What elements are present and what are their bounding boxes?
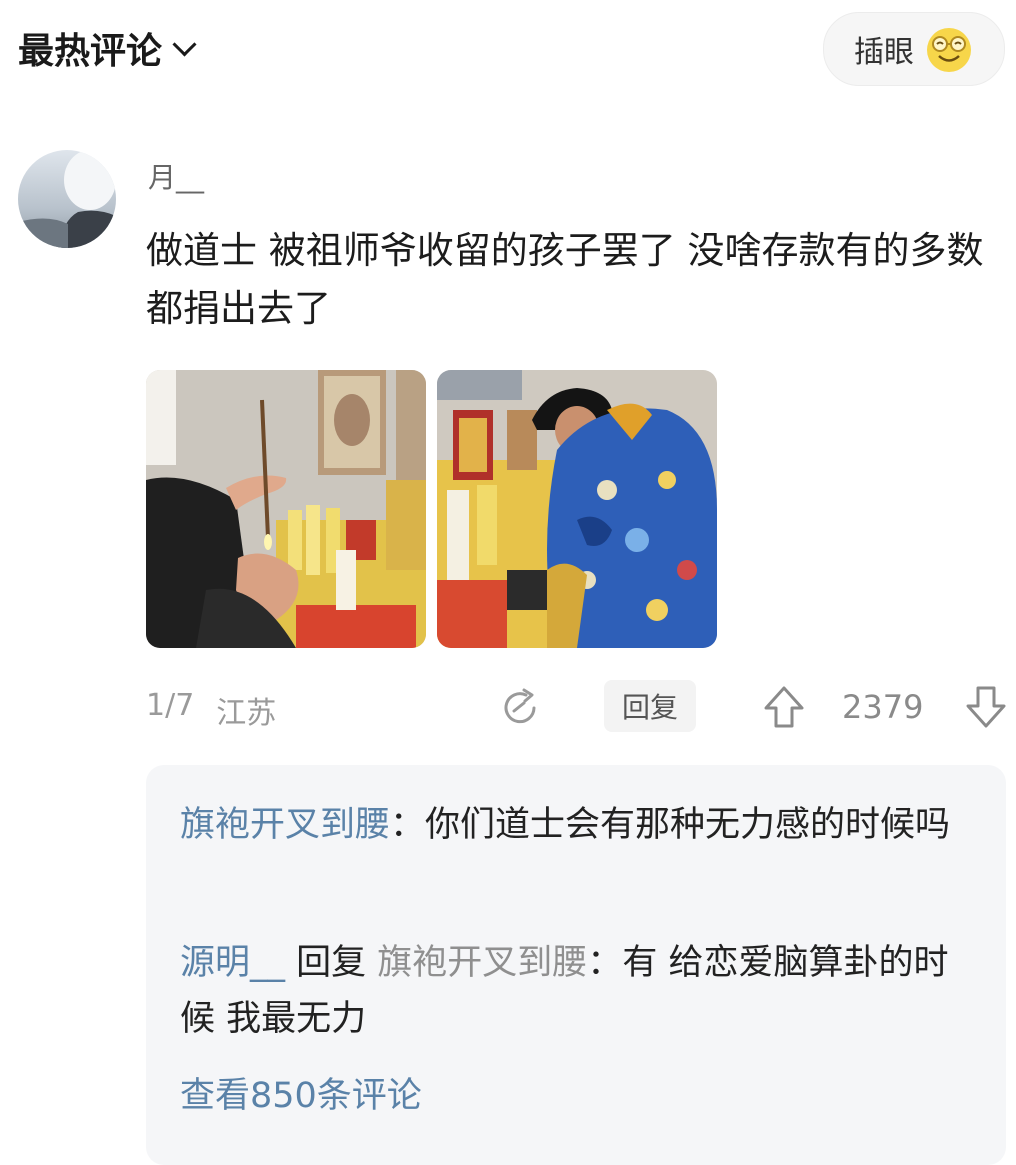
insert-eye-button[interactable]: 插眼	[823, 12, 1005, 86]
reply-item: 源明__ 回复 旗袍开叉到腰：有 给恋爱脑算卦的时候 我最无力	[180, 935, 980, 1047]
smile-glasses-icon	[927, 28, 971, 72]
avatar[interactable]	[18, 150, 116, 248]
floor-index: 1/7	[146, 688, 195, 723]
reply-username[interactable]: 源明__	[180, 943, 285, 983]
replies-box: 旗袍开叉到腰：你们道士会有那种无力感的时候吗 源明__ 回复 旗袍开叉到腰：有 …	[146, 765, 1006, 1165]
sort-dropdown[interactable]: 最热评论	[18, 22, 197, 74]
comment-meta: 1/7 江苏	[146, 688, 276, 732]
sort-label: 最热评论	[18, 31, 163, 72]
reply-button[interactable]: 回复	[604, 680, 696, 732]
reply-text: 你们道士会有那种无力感的时候吗	[425, 805, 951, 845]
reply-username[interactable]: 旗袍开叉到腰	[180, 805, 390, 845]
insert-eye-label: 插眼	[854, 35, 914, 70]
reply-separator: ：	[390, 805, 426, 845]
comment-text: 做道士 被祖师爷收留的孩子罢了 没啥存款有的多数都捐出去了	[146, 229, 984, 330]
comment-image-1[interactable]	[146, 370, 426, 648]
comment-username[interactable]: 月__	[148, 156, 204, 196]
reply-word: 回复	[285, 943, 378, 983]
view-more-comments-link[interactable]: 查看850条评论	[180, 1067, 422, 1118]
comment-image-2[interactable]	[437, 370, 717, 648]
like-count: 2379	[842, 688, 924, 726]
reply-item: 旗袍开叉到腰：你们道士会有那种无力感的时候吗	[180, 797, 980, 853]
reply-target[interactable]: 旗袍开叉到腰	[377, 943, 587, 983]
chevron-down-icon	[172, 31, 197, 57]
thumb-up-icon[interactable]	[762, 684, 806, 730]
location: 江苏	[216, 696, 277, 731]
reply-separator: ：	[587, 943, 623, 983]
share-icon[interactable]	[500, 686, 542, 728]
thumb-down-icon[interactable]	[964, 684, 1008, 730]
